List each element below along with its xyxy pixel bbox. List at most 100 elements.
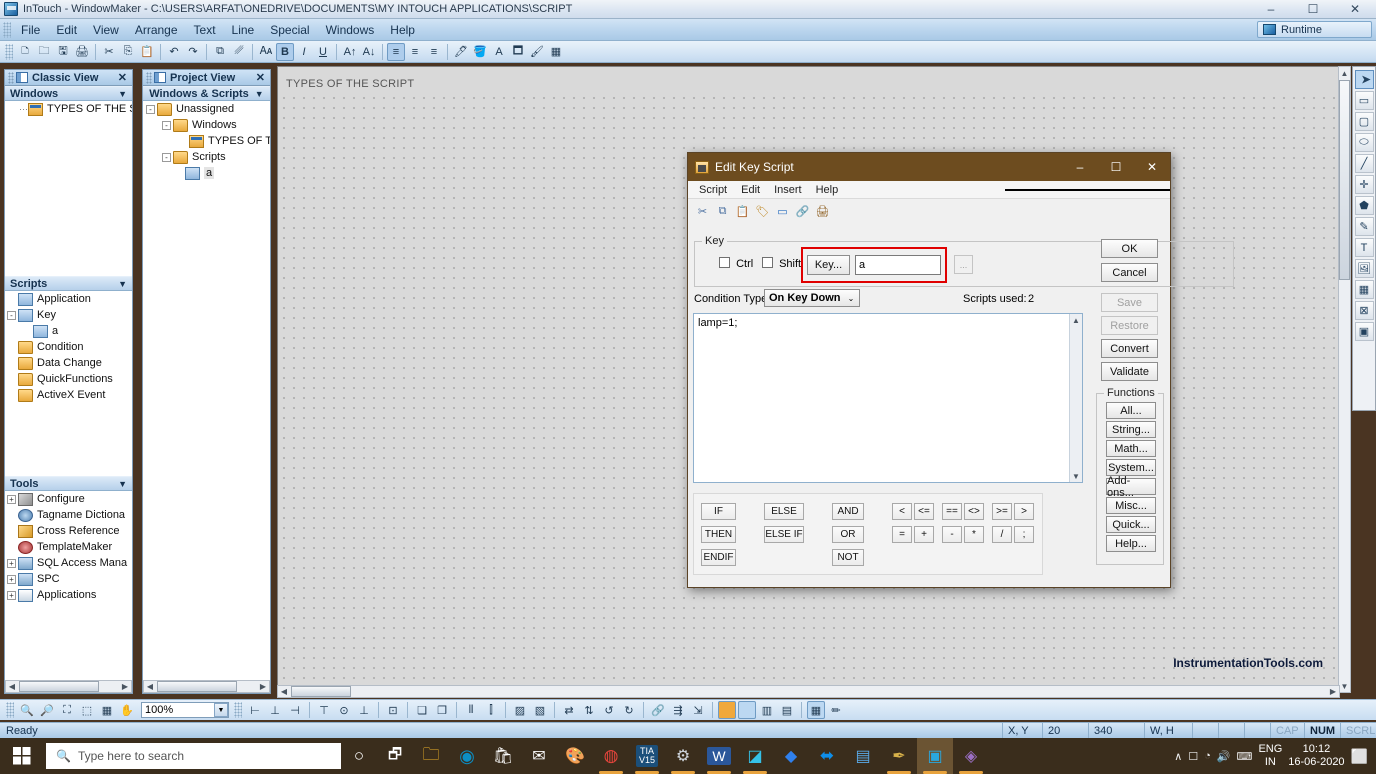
dialog-menu-edit[interactable]: Edit xyxy=(734,183,767,197)
paint-icon[interactable]: 🎨 xyxy=(557,738,593,774)
scroll-right-icon[interactable]: ▶ xyxy=(1327,686,1339,697)
operator-multiply-button[interactable]: * xyxy=(964,526,984,543)
functions-misc-button[interactable]: Misc... xyxy=(1106,497,1156,514)
dialog-menu-help[interactable]: Help xyxy=(809,183,846,197)
tree-item-windows[interactable]: - Windows xyxy=(143,117,270,133)
menu-windows[interactable]: Windows xyxy=(318,21,383,39)
restore-button[interactable]: Restore xyxy=(1101,316,1158,335)
sidebar-item-application[interactable]: Application xyxy=(5,291,132,307)
dialog-close-button[interactable]: ✕ xyxy=(1134,153,1170,181)
tree-item-scripts[interactable]: - Scripts xyxy=(143,149,270,165)
scroll-right-icon[interactable]: ▶ xyxy=(257,681,269,692)
pan-hand-icon[interactable]: ✋ xyxy=(118,701,136,719)
fill-color-icon[interactable]: 🪣 xyxy=(471,43,489,61)
hscroll-thumb[interactable] xyxy=(19,681,99,692)
window-cascade-icon[interactable]: ▤ xyxy=(778,701,796,719)
convert-button[interactable]: Convert xyxy=(1101,339,1158,358)
pencil-icon[interactable]: ✏ xyxy=(827,701,845,719)
expander-key[interactable]: - xyxy=(7,310,16,320)
language-indicator[interactable]: ENG IN xyxy=(1258,743,1282,769)
wonderware-icon[interactable]: ✒ xyxy=(881,738,917,774)
functions-math-button[interactable]: Math... xyxy=(1106,440,1156,457)
bring-to-front-icon[interactable]: ❏ xyxy=(413,701,431,719)
chevron-down-icon-condition[interactable]: ⌄ xyxy=(843,294,859,303)
bottom-toolbar-grip[interactable] xyxy=(6,702,14,718)
expander-unassigned[interactable]: - xyxy=(146,104,155,114)
menu-edit[interactable]: Edit xyxy=(48,21,85,39)
microsoft-store-icon[interactable]: 🛍 xyxy=(485,738,521,774)
tia-portal-icon[interactable]: TIA V15 xyxy=(629,738,665,774)
symbol-tool-icon[interactable]: ▣ xyxy=(1354,322,1374,341)
sidebar-item-quickfunctions[interactable]: QuickFunctions xyxy=(5,371,132,387)
more-colors-icon[interactable]: ▦ xyxy=(547,43,565,61)
align-middle-icon[interactable]: ⊙ xyxy=(335,701,353,719)
teamviewer-icon[interactable]: ⬌ xyxy=(809,738,845,774)
copy-icon[interactable]: ⎘ xyxy=(119,43,137,61)
task-view-icon[interactable]: 🗗 xyxy=(377,738,413,774)
remote-desktop-icon[interactable]: ▤ xyxy=(845,738,881,774)
diamond-app-icon[interactable]: ◆ xyxy=(773,738,809,774)
network-icon[interactable]: ◔ xyxy=(1204,750,1211,762)
bitmap-tool-icon[interactable]: 🖼 xyxy=(1354,259,1374,278)
menu-file[interactable]: File xyxy=(13,21,48,39)
scroll-up-icon[interactable]: ▲ xyxy=(1339,67,1350,79)
expander-applications[interactable]: + xyxy=(7,590,16,600)
link-animation-icon[interactable]: 🔗 xyxy=(649,701,667,719)
keyword-else-button[interactable]: ELSE xyxy=(764,503,804,520)
font-increase-icon[interactable]: A↑ xyxy=(341,43,359,61)
keyboard-icon[interactable]: ⌨ xyxy=(1237,750,1253,763)
space-horizontal-icon[interactable]: ⫴ xyxy=(462,701,480,719)
condition-type-select[interactable]: On Key Down ⌄ xyxy=(764,289,860,307)
menu-grip[interactable] xyxy=(3,21,11,38)
classic-view-hscrollbar[interactable]: ◀ ▶ xyxy=(5,680,132,693)
center-icon[interactable]: ⊡ xyxy=(384,701,402,719)
canvas-vscrollbar[interactable]: ▲ ▼ xyxy=(1338,66,1351,693)
scroll-up-icon[interactable]: ▲ xyxy=(1070,314,1082,326)
text-color-icon[interactable]: A xyxy=(490,43,508,61)
save-button[interactable]: Save xyxy=(1101,293,1158,312)
expander-windows[interactable]: - xyxy=(162,120,171,130)
menu-view[interactable]: View xyxy=(85,21,127,39)
validate-button[interactable]: Validate xyxy=(1101,362,1158,381)
expander-scripts[interactable]: - xyxy=(162,152,171,162)
underline-icon[interactable]: U xyxy=(314,43,332,61)
hscroll-thumb[interactable] xyxy=(291,686,351,697)
scroll-right-icon[interactable]: ▶ xyxy=(119,681,131,692)
operator-lt-button[interactable]: < xyxy=(892,503,912,520)
duplicate-icon[interactable]: ⧉ xyxy=(211,43,229,61)
font-icon[interactable]: 🗛 xyxy=(257,43,275,61)
highlight-icon[interactable]: 🖌 xyxy=(528,43,546,61)
zoom-selection-icon[interactable]: ⬚ xyxy=(78,701,96,719)
scroll-down-icon[interactable]: ▼ xyxy=(1339,680,1350,692)
print-icon[interactable]: 🖨 xyxy=(814,203,831,220)
dialog-maximize-button[interactable]: ☐ xyxy=(1098,153,1134,181)
sidebar-item-tagname-dictionary[interactable]: Tagname Dictiona xyxy=(5,507,132,523)
word-icon[interactable]: W xyxy=(701,738,737,774)
classic-scripts-section-header[interactable]: Scripts ▼ xyxy=(5,276,132,291)
wizard-tool-icon[interactable]: ▦ xyxy=(1354,280,1374,299)
expander-sql[interactable]: + xyxy=(7,558,16,568)
flip-horizontal-icon[interactable]: ⇄ xyxy=(560,701,578,719)
keyword-then-button[interactable]: THEN xyxy=(701,526,736,543)
windows-and-scripts-header[interactable]: Windows & Scripts ▼ xyxy=(143,86,270,101)
line-color-icon[interactable]: 🖊 xyxy=(452,43,470,61)
start-button[interactable] xyxy=(0,738,44,774)
dialog-minimize-button[interactable]: – xyxy=(1062,153,1098,181)
pane-grip-project[interactable] xyxy=(146,71,152,84)
sidebar-item-sql-access-manager[interactable]: + SQL Access Mana xyxy=(5,555,132,571)
chevron-down-icon-scripts[interactable]: ▼ xyxy=(118,279,127,289)
sidebar-item-configure[interactable]: + Configure xyxy=(5,491,132,507)
cortana-icon[interactable]: ○ xyxy=(341,738,377,774)
mail-icon[interactable]: ✉ xyxy=(521,738,557,774)
shift-checkbox-wrap[interactable]: Shift xyxy=(762,257,801,270)
ctrl-checkbox-wrap[interactable]: Ctrl xyxy=(719,257,753,270)
tree-item-unassigned[interactable]: - Unassigned xyxy=(143,101,270,117)
keyword-and-button[interactable]: AND xyxy=(832,503,864,520)
scroll-left-icon[interactable]: ◀ xyxy=(278,686,290,697)
minimize-button[interactable]: – xyxy=(1250,0,1292,19)
operator-semicolon-button[interactable]: ; xyxy=(1014,526,1034,543)
align-center-icon[interactable]: ≡ xyxy=(406,43,424,61)
save-icon[interactable]: 🖫 xyxy=(54,43,72,61)
ellipse-tool-icon[interactable]: ⬭ xyxy=(1354,133,1374,152)
substitute-strings-icon[interactable]: ⇲ xyxy=(689,701,707,719)
